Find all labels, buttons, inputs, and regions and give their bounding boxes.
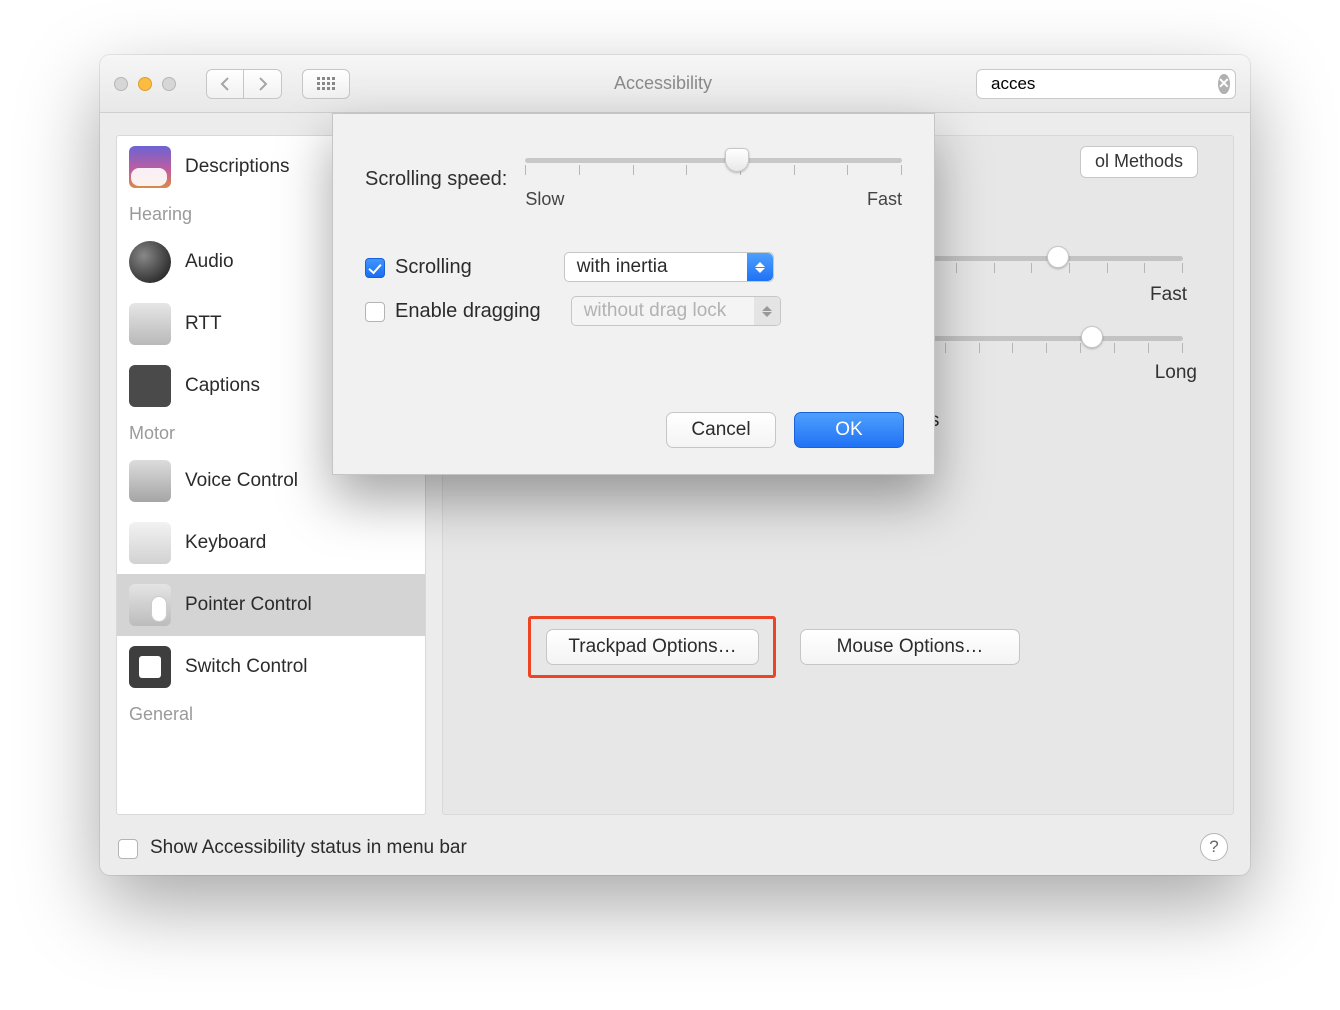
forward-button[interactable]	[244, 69, 282, 99]
slow-label: Slow	[525, 189, 564, 210]
back-button[interactable]	[206, 69, 244, 99]
scrolling-select-value: with inertia	[577, 256, 668, 278]
sidebar-item-label: Switch Control	[185, 656, 308, 678]
select-arrows-icon	[747, 253, 773, 281]
window-minimize-button[interactable]	[138, 77, 152, 91]
slider-fast-label: Fast	[1150, 284, 1187, 306]
scrolling-row: Scrolling with inertia	[333, 252, 934, 282]
sidebar-item-label: RTT	[185, 313, 222, 335]
scrolling-speed-row: Scrolling speed: Slow Fast	[333, 152, 934, 210]
window-zoom-button[interactable]	[162, 77, 176, 91]
help-button[interactable]: ?	[1200, 833, 1228, 861]
scrolling-checkbox[interactable]	[365, 258, 385, 278]
footer-row: Show Accessibility status in menu bar	[118, 837, 467, 859]
dragging-row: Enable dragging without drag lock	[333, 296, 934, 326]
cancel-button[interactable]: Cancel	[666, 412, 776, 448]
enable-dragging-label: Enable dragging	[395, 300, 541, 323]
dragging-mode-select: without drag lock	[571, 296, 781, 326]
sidebar-item-label: Descriptions	[185, 156, 290, 178]
sidebar-item-label: Audio	[185, 251, 234, 273]
captions-icon	[129, 365, 171, 407]
audio-icon	[129, 241, 171, 283]
dragging-select-value: without drag lock	[584, 300, 727, 322]
trackpad-options-sheet: Scrolling speed: Slow Fast Scrolling wit…	[332, 113, 935, 475]
show-status-checkbox[interactable]	[118, 839, 138, 859]
window-title: Accessibility	[360, 73, 966, 94]
sidebar-item-label: Captions	[185, 375, 260, 397]
clear-search-button[interactable]: ✕	[1218, 74, 1230, 94]
trackpad-options-button[interactable]: Trackpad Options…	[546, 629, 759, 665]
nav-buttons	[206, 69, 282, 99]
enable-dragging-checkbox[interactable]	[365, 302, 385, 322]
sidebar-item-label: Pointer Control	[185, 594, 312, 616]
modal-actions: Cancel OK	[666, 412, 904, 448]
scrolling-speed-label: Scrolling speed:	[365, 168, 507, 191]
search-input[interactable]	[991, 74, 1212, 94]
sidebar-item-keyboard[interactable]: Keyboard	[117, 512, 425, 574]
ok-button[interactable]: OK	[794, 412, 904, 448]
sidebar-item-label: Voice Control	[185, 470, 298, 492]
keyboard-icon	[129, 522, 171, 564]
descriptions-icon	[129, 146, 171, 188]
window-close-button[interactable]	[114, 77, 128, 91]
sidebar-item-label: Keyboard	[185, 532, 266, 554]
voice-control-icon	[129, 460, 171, 502]
scrolling-speed-slider[interactable]: Slow Fast	[525, 152, 902, 210]
rtt-icon	[129, 303, 171, 345]
search-field[interactable]: ✕	[976, 69, 1236, 99]
preferences-window: Accessibility ✕ Descriptions Hearing Aud…	[100, 55, 1250, 875]
switch-control-icon	[129, 646, 171, 688]
show-all-button[interactable]	[302, 69, 350, 99]
pointer-control-icon	[129, 584, 171, 626]
slider-long-label: Long	[1155, 362, 1197, 384]
tab-control-methods[interactable]: ol Methods	[1080, 146, 1198, 178]
scrolling-label: Scrolling	[395, 256, 472, 279]
sidebar-section-general: General	[117, 698, 425, 731]
select-arrows-icon	[754, 297, 780, 325]
scrolling-inertia-select[interactable]: with inertia	[564, 252, 774, 282]
fast-label: Fast	[867, 189, 902, 210]
mouse-options-button[interactable]: Mouse Options…	[800, 629, 1020, 665]
traffic-lights	[114, 77, 176, 91]
sidebar-item-switch-control[interactable]: Switch Control	[117, 636, 425, 698]
titlebar: Accessibility ✕	[100, 55, 1250, 113]
sidebar-item-pointer-control[interactable]: Pointer Control	[117, 574, 425, 636]
show-status-label: Show Accessibility status in menu bar	[150, 837, 467, 859]
